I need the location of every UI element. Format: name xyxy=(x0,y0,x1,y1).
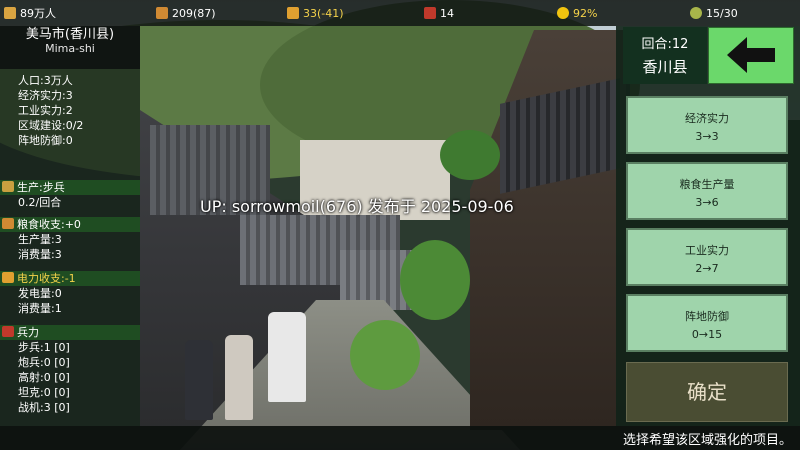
troop-infantry: 步兵:1 [0] xyxy=(18,341,70,354)
approval-value: 92% xyxy=(573,6,598,20)
turn-stat: 15/30 xyxy=(690,0,738,26)
population-stat: 89万人 xyxy=(4,0,56,26)
food-consume: 消费量:3 xyxy=(18,248,62,261)
food-icon xyxy=(2,218,14,229)
stat-population: 人口:3万人 xyxy=(18,74,73,87)
troop-fighter: 战机:3 [0] xyxy=(18,401,70,414)
option-value: 2→7 xyxy=(695,262,719,275)
option-title: 工业实力 xyxy=(685,244,729,257)
uploader-watermark: UP: sorrowmoil(676) 发布于 2025-09-06 xyxy=(200,197,514,216)
stat-industry: 工业实力:2 xyxy=(18,104,73,117)
option-value: 3→3 xyxy=(695,130,719,143)
person xyxy=(268,312,306,402)
approval-stat: 92% xyxy=(557,0,597,26)
troop-artillery: 炮兵:0 [0] xyxy=(18,356,70,369)
hint-text: 选择希望该区域强化的项目。 xyxy=(622,433,792,448)
troop-tank: 坦克:0 [0] xyxy=(18,386,70,399)
confirm-button[interactable]: 确定 xyxy=(626,362,788,422)
stat-defense: 阵地防御:0 xyxy=(18,134,73,147)
city-roman-name: Mima-shi xyxy=(45,42,95,55)
option-title: 经济实力 xyxy=(685,112,729,125)
power-icon xyxy=(287,7,299,19)
option-title: 阵地防御 xyxy=(685,310,729,323)
military-value: 14 xyxy=(440,6,454,20)
stat-construction: 区域建设:0/2 xyxy=(18,119,84,132)
tree xyxy=(400,240,470,320)
power-stat: 33(-41) xyxy=(287,0,344,26)
food-icon xyxy=(156,7,168,19)
option-value: 0→15 xyxy=(691,328,723,341)
option-defense-button[interactable]: 阵地防御 0→15 xyxy=(626,294,788,352)
troops-icon xyxy=(2,326,14,337)
troops-label: 兵力 xyxy=(17,326,39,339)
power-consume: 消费量:1 xyxy=(18,302,62,315)
back-arrow-icon xyxy=(727,37,775,73)
tree xyxy=(350,320,420,390)
option-food-button[interactable]: 粮食生产量 3→6 xyxy=(626,162,788,220)
food-value: 209(87) xyxy=(172,6,216,20)
production-icon xyxy=(2,181,14,192)
option-economy-button[interactable]: 经济实力 3→3 xyxy=(626,96,788,154)
troops-header: 兵力 xyxy=(0,325,140,340)
person xyxy=(225,335,253,420)
region-label: 香川县 xyxy=(642,58,688,76)
person xyxy=(185,340,213,420)
city-header: 美马市(香川县) Mima-shi xyxy=(0,26,140,69)
back-button[interactable] xyxy=(708,27,794,84)
population-value: 89万人 xyxy=(20,7,56,20)
region-info-panel: 美马市(香川县) Mima-shi 人口:3万人 经济实力:3 工业实力:2 区… xyxy=(0,26,140,426)
turn-value: 15/30 xyxy=(706,6,738,20)
military-stat: 14 xyxy=(424,0,454,26)
population-icon xyxy=(4,7,16,19)
power-value: 33(-41) xyxy=(303,6,344,20)
power-header: 电力收支:-1 xyxy=(0,271,140,286)
power-generate: 发电量:0 xyxy=(18,287,62,300)
food-header: 粮食收支:+0 xyxy=(0,217,140,232)
production-header: 生产:步兵 xyxy=(0,180,140,195)
troop-antiair: 高射:0 [0] xyxy=(18,371,70,384)
option-industry-button[interactable]: 工业实力 2→7 xyxy=(626,228,788,286)
approval-icon xyxy=(557,7,569,19)
option-value: 3→6 xyxy=(695,196,719,209)
food-label: 粮食收支:+0 xyxy=(17,218,81,231)
tree xyxy=(440,130,500,180)
option-title: 粮食生产量 xyxy=(679,178,735,191)
production-rate: 0.2/回合 xyxy=(18,196,62,209)
hint-bar: 选择希望该区域强化的项目。 xyxy=(0,426,800,450)
top-status-bar: 89万人 209(87) 33(-41) 14 92% 15/30 xyxy=(0,0,800,26)
stat-economy: 经济实力:3 xyxy=(18,89,73,102)
food-produce: 生产量:3 xyxy=(18,233,62,246)
production-label: 生产:步兵 xyxy=(17,181,65,194)
turn-icon xyxy=(690,7,702,19)
military-icon xyxy=(424,7,436,19)
food-stat: 209(87) xyxy=(156,0,216,26)
power-label: 电力收支:-1 xyxy=(17,272,76,285)
power-icon xyxy=(2,272,14,283)
round-info: 回合:12 香川县 xyxy=(623,27,707,84)
city-name: 美马市(香川县) xyxy=(25,27,115,42)
round-label: 回合:12 xyxy=(641,37,689,52)
